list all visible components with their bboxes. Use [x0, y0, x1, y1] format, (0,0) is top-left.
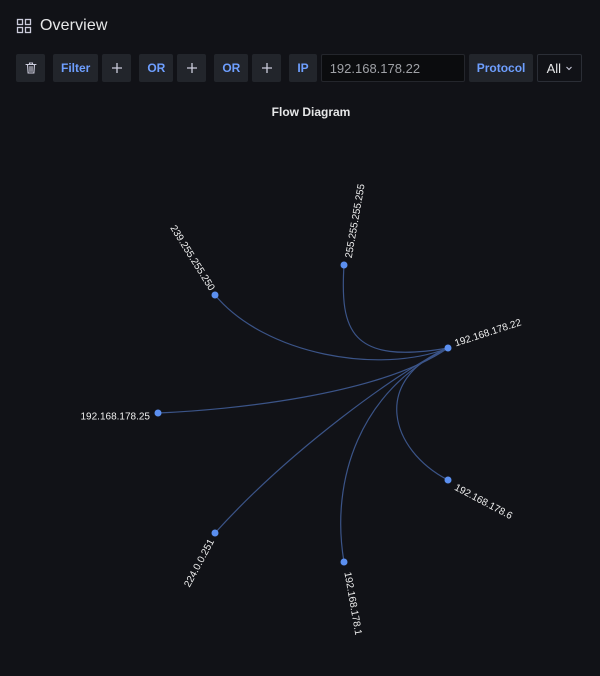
- flow-link-n6: [396, 347, 449, 481]
- flow-link-n2: [214, 294, 449, 361]
- flow-node-label: 192.168.178.25: [80, 412, 150, 423]
- flow-node-label: 239.255.255.250: [167, 223, 216, 293]
- flow-node-center-label: 192.168.178.22: [453, 317, 523, 349]
- flow-node-label: 255.255.255.255: [344, 183, 368, 259]
- flow-node-center[interactable]: [444, 344, 452, 352]
- flow-node-label: 192.168.178.1: [341, 571, 363, 636]
- flow-node-n3[interactable]: [154, 409, 162, 417]
- flow-link-n4: [214, 347, 449, 534]
- flow-node-n1[interactable]: [340, 261, 348, 269]
- flow-diagram: 255.255.255.255 239.255.255.250 192.168.17…: [80, 183, 523, 637]
- flow-node-n5[interactable]: [340, 558, 348, 566]
- flow-link-n1: [342, 264, 449, 353]
- flow-link-n5: [340, 347, 449, 563]
- flow-node-n6[interactable]: [444, 476, 452, 484]
- flow-node-label: 224.0.0.251: [182, 537, 217, 589]
- flow-node-label: 192.168.178.6: [452, 482, 514, 522]
- flow-node-n2[interactable]: [211, 291, 219, 299]
- flow-node-n4[interactable]: [211, 529, 219, 537]
